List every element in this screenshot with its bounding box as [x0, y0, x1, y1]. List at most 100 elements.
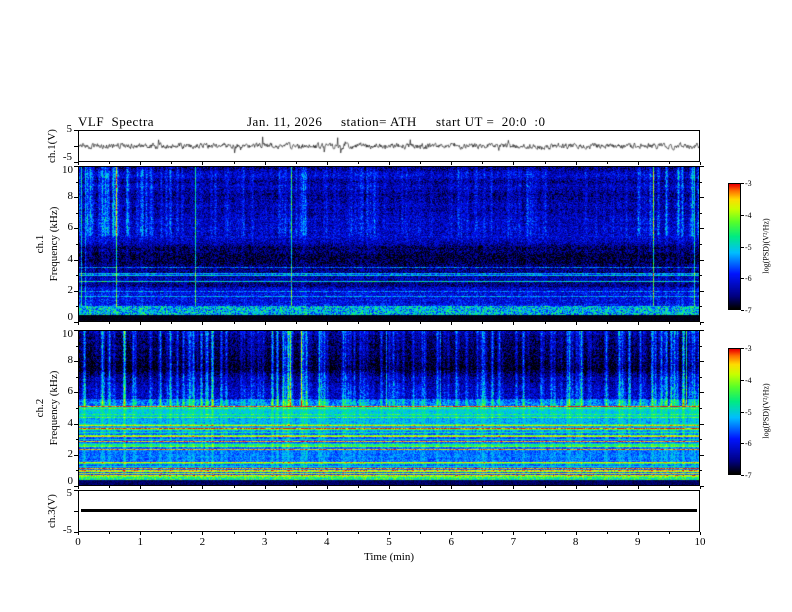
ch1-freq-tick-mark-right	[700, 259, 704, 261]
start-ut-label: start UT = 20:0 :0	[436, 114, 546, 129]
ch2-spectrogram-canvas	[79, 331, 699, 485]
colorbar-ch1-label: log(PSD)(V²/Hz)	[761, 218, 771, 274]
x-tick-mark	[637, 486, 639, 489]
x-tick-mark	[637, 162, 639, 165]
ch2-freq-minor-tick	[76, 376, 78, 378]
ch3-volt-tick-mark	[74, 490, 78, 491]
ch1-volt-tick-mark	[74, 146, 78, 147]
ch3-wave-ymin-label: -5	[62, 524, 72, 536]
x-tick-mark	[202, 322, 204, 325]
x-minor-tick-mark	[233, 322, 235, 324]
x-tick-label: 6	[448, 536, 454, 548]
ch1-spec-channel-label: ch.1	[34, 234, 46, 254]
ch2-freq-tick-mark	[74, 486, 78, 487]
x-minor-tick-mark	[109, 486, 111, 488]
ch2-freq-tick-label: 8	[67, 354, 74, 367]
ch2-spec-axis-label: Frequency (kHz)	[48, 370, 60, 446]
x-tick-mark	[264, 162, 266, 165]
x-tick-mark	[513, 486, 515, 489]
ch2-spectrogram-panel	[78, 330, 700, 486]
ch1-colorbar-tick-mark	[741, 310, 744, 311]
x-minor-tick-mark	[357, 486, 359, 488]
ch2-colorbar-tick-label: -6	[745, 439, 752, 449]
ch2-freq-tick-mark-right	[700, 423, 704, 425]
ch1-colorbar-tick-label: -5	[745, 242, 752, 252]
ch1-colorbar-tick-mark	[741, 183, 744, 184]
ch3-flatline	[81, 509, 697, 512]
ch2-freq-minor-tick-right	[700, 408, 702, 409]
x-tick-mark	[451, 162, 453, 165]
x-minor-tick-mark	[544, 322, 546, 324]
x-tick-label: 8	[572, 536, 579, 548]
x-tick-label: 0	[75, 536, 81, 548]
x-minor-tick-mark	[482, 322, 484, 324]
x-minor-tick-mark	[295, 532, 297, 534]
vlf-spectra-figure: VLF Spectra Jan. 11, 2026 station= ATH s…	[0, 0, 792, 612]
x-minor-tick-mark	[233, 532, 235, 534]
x-tick-mark	[140, 532, 142, 535]
ch1-waveform-panel	[78, 130, 700, 162]
ch1-colorbar-tick-label: -7	[745, 306, 752, 315]
ch2-freq-tick-label: 10	[62, 328, 73, 340]
ch2-freq-tick-mark	[74, 330, 78, 331]
ch3-volt-tick-mark	[74, 532, 78, 533]
x-minor-tick-mark	[606, 486, 608, 488]
ch1-volt-tick-mark	[74, 162, 78, 163]
ch2-colorbar-tick-label: -4	[745, 375, 752, 385]
ch1-freq-minor-tick	[76, 306, 78, 308]
ch1-wave-ymax-label: 5	[66, 123, 73, 135]
x-tick-mark	[326, 162, 328, 165]
ch1-freq-tick-label: 4	[67, 252, 74, 265]
ch2-freq-minor-tick	[76, 408, 78, 409]
x-minor-tick-mark	[668, 162, 670, 164]
ch1-colorbar-tick-mark	[741, 278, 744, 280]
x-minor-tick-mark	[420, 322, 422, 324]
ch2-freq-minor-tick	[76, 345, 78, 347]
x-tick-label: 5	[386, 536, 392, 548]
x-minor-tick-mark	[357, 532, 359, 534]
x-minor-tick-mark	[482, 532, 484, 534]
ch2-freq-tick-label: 0	[67, 475, 74, 487]
ch1-freq-tick-mark	[74, 228, 78, 230]
ch2-freq-tick-mark	[74, 423, 78, 425]
x-tick-mark	[78, 162, 79, 165]
ch1-freq-tick-mark	[74, 197, 78, 199]
ch2-freq-tick-label: 6	[67, 385, 74, 398]
colorbar-ch2-gradient	[729, 349, 740, 474]
ch1-freq-tick-label: 8	[67, 190, 74, 203]
x-minor-tick-mark	[420, 532, 422, 534]
ch3-wave-ymax-label: 5	[66, 487, 73, 499]
ch1-colorbar-tick-mark	[741, 246, 744, 248]
ch1-volt-tick-mark	[74, 130, 78, 131]
x-minor-tick-mark	[109, 532, 111, 534]
x-tick-mark	[326, 322, 328, 325]
x-tick-mark	[451, 532, 453, 535]
x-tick-mark	[202, 532, 204, 535]
x-tick-mark	[389, 162, 390, 165]
x-minor-tick-mark	[233, 486, 235, 488]
x-tick-mark	[575, 322, 577, 325]
x-tick-mark	[326, 532, 328, 535]
ch2-freq-minor-tick-right	[700, 345, 702, 347]
ch1-freq-tick-label: 2	[67, 283, 74, 296]
x-tick-mark	[575, 486, 577, 489]
x-tick-mark	[575, 532, 577, 535]
x-tick-mark	[700, 532, 701, 535]
figure-title: VLF Spectra	[78, 114, 155, 129]
x-tick-mark	[451, 486, 453, 489]
ch1-spectrogram-panel	[78, 166, 700, 322]
ch2-colorbar-tick-label: -3	[745, 344, 752, 353]
x-tick-label: 2	[199, 536, 206, 548]
x-tick-mark	[326, 486, 328, 489]
ch2-freq-tick-label: 2	[67, 447, 74, 460]
x-minor-tick-mark	[233, 162, 235, 164]
x-tick-mark	[513, 162, 515, 165]
ch1-freq-minor-tick-right	[700, 244, 702, 245]
ch2-freq-minor-tick-right	[700, 439, 702, 441]
x-tick-mark	[202, 162, 204, 165]
ch1-freq-minor-tick	[76, 212, 78, 214]
x-tick-mark	[513, 532, 515, 535]
ch2-freq-minor-tick	[76, 470, 78, 472]
ch2-freq-tick-mark-right	[700, 392, 704, 394]
ch2-freq-tick-label: 4	[67, 416, 74, 429]
